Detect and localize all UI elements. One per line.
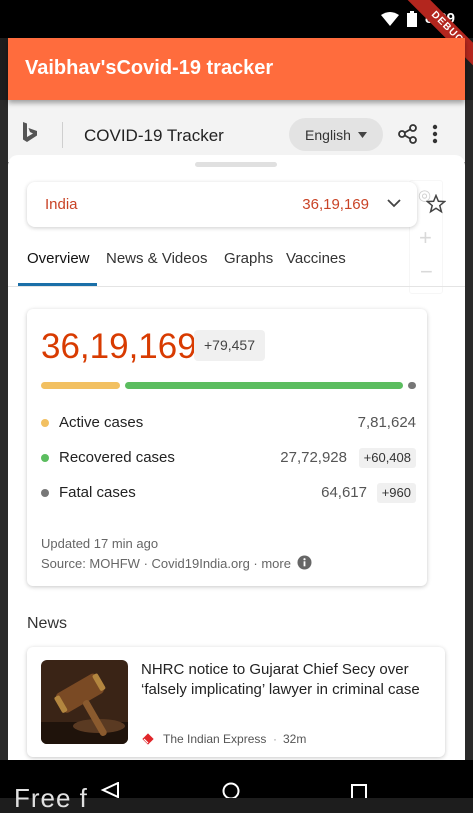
stats-card: 36,19,169 +79,457 Active cases 7,81,624 …	[27, 309, 427, 586]
tab-news-videos[interactable]: News & Videos	[106, 250, 207, 267]
tab-graphs[interactable]: Graphs	[224, 250, 273, 267]
stat-value: 64,617	[321, 484, 367, 501]
news-time: 32m	[283, 732, 307, 746]
share-icon[interactable]	[398, 124, 418, 144]
total-cases: 36,19,169	[41, 327, 197, 366]
status-bar: 8:29 DEBUG	[0, 0, 473, 70]
recent-apps-icon[interactable]	[351, 784, 367, 798]
gavel-image-icon	[41, 660, 128, 744]
back-icon[interactable]	[100, 782, 120, 798]
news-thumbnail	[41, 660, 128, 744]
app-bar: Vaibhav'sCovid-19 tracker	[8, 38, 465, 100]
nav-overlay-text: Free f	[14, 783, 88, 813]
drag-handle[interactable]	[195, 162, 277, 167]
country-name: India	[45, 196, 78, 213]
publisher-logo-icon	[142, 733, 154, 745]
stat-delta: +60,408	[358, 448, 416, 468]
updated-text: Updated 17 min ago	[41, 536, 159, 551]
stat-label: Active cases	[59, 414, 144, 431]
news-separator: ·	[273, 732, 277, 746]
info-icon[interactable]	[297, 555, 312, 570]
home-icon[interactable]	[222, 782, 240, 798]
caret-down-icon	[357, 131, 367, 138]
case-breakdown-bar	[41, 382, 416, 389]
country-selector[interactable]: India 36,19,169	[27, 182, 417, 227]
app-title: Vaibhav'sCovid-19 tracker	[25, 57, 274, 79]
bing-logo-icon[interactable]	[22, 122, 38, 144]
stat-label: Recovered cases	[59, 449, 175, 466]
tab-overview[interactable]: Overview	[27, 250, 90, 267]
news-source: The Indian Express	[163, 732, 267, 746]
stat-value: 27,72,928	[280, 449, 347, 466]
language-label: English	[305, 126, 351, 143]
tab-bar: Overview News & Videos Graphs Vaccines	[8, 237, 465, 287]
left-edge	[0, 100, 8, 760]
stat-delta: +960	[376, 483, 416, 503]
active-tab-indicator	[18, 283, 97, 286]
wifi-icon	[380, 11, 399, 26]
language-select[interactable]: English	[289, 118, 383, 151]
source-text[interactable]: Source: MOHFW · Covid19India.org · more	[41, 556, 291, 571]
page-title: COVID-19 Tracker	[84, 126, 224, 145]
right-edge	[465, 100, 473, 760]
total-delta-badge: +79,457	[194, 330, 265, 361]
tab-vaccines[interactable]: Vaccines	[286, 250, 346, 267]
header-divider	[62, 122, 63, 148]
stat-value: 7,81,624	[357, 414, 416, 431]
active-cases-bar	[41, 382, 120, 389]
news-heading: News	[27, 615, 68, 632]
stat-label: Fatal cases	[59, 484, 136, 501]
star-icon[interactable]	[426, 194, 446, 214]
active-dot	[41, 419, 49, 427]
fatal-cases-bar	[408, 382, 416, 389]
news-title[interactable]: NHRC notice to Gujarat Chief Secy over ‘…	[141, 660, 433, 700]
fatal-dot	[41, 489, 49, 497]
stat-row-fatal: Fatal cases 64,617 +960	[41, 483, 416, 505]
recovered-cases-bar	[125, 382, 403, 389]
stat-row-recovered: Recovered cases 27,72,928 +60,408	[41, 448, 416, 470]
tracker-content: ◎ + − India 36,19,169 Overview News & Vi…	[8, 155, 465, 760]
battery-icon	[406, 10, 417, 27]
web-header: COVID-19 Tracker English	[8, 100, 465, 162]
more-options-icon[interactable]	[432, 124, 438, 144]
country-total: 36,19,169	[302, 196, 369, 213]
stat-row-active: Active cases 7,81,624	[41, 413, 416, 435]
recovered-dot	[41, 454, 49, 462]
news-card[interactable]: NHRC notice to Gujarat Chief Secy over ‘…	[27, 647, 445, 757]
chevron-down-icon	[387, 199, 401, 208]
